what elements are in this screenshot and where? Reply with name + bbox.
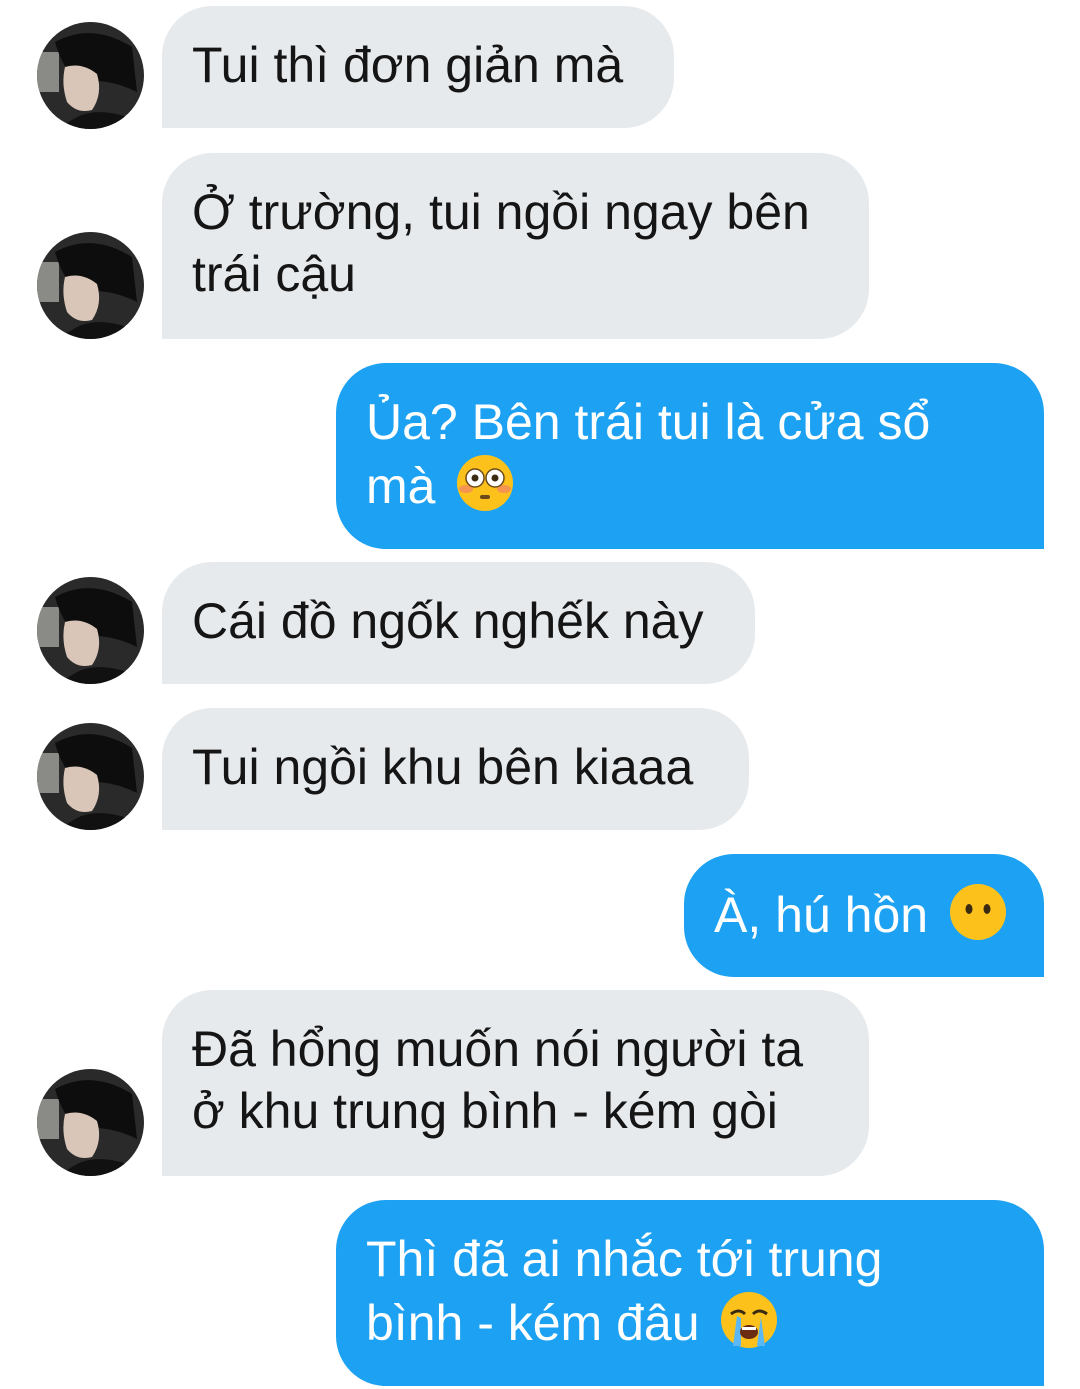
message-bubble[interactable]: Thì đã ai nhắc tới trung bình - kém đâu [336,1200,1044,1386]
message-bubble[interactable]: Ở trường, tui ngồi ngay bên trái cậu [162,153,869,339]
message-text: Đã hổng muốn nói người ta [192,1021,804,1077]
message-line: À, hú hồn [714,882,1014,956]
loudly-crying-face-icon [719,1290,779,1364]
message-bubble[interactable]: À, hú hồn [684,854,1044,977]
message-bubble[interactable]: Tui thì đơn giản mà [162,6,674,128]
avatar[interactable] [37,22,144,129]
message-text: À, hú hồn [714,887,929,943]
message-text: Tui ngồi khu bên kiaaa [192,739,694,795]
message-bubble[interactable]: Ủa? Bên trái tui là cửa sổ mà [336,363,1044,549]
face-without-mouth-icon [948,882,1008,956]
message-text: Tui thì đơn giản mà [192,37,624,93]
avatar[interactable] [37,1069,144,1176]
message-text: trái cậu [192,246,356,302]
message-text: ở khu trung bình - kém gòi [192,1083,778,1139]
message-line: bình - kém đâu [366,1290,1014,1364]
message-text: Thì đã ai nhắc tới trung [366,1231,883,1287]
avatar[interactable] [37,232,144,339]
message-text: Ủa? Bên trái tui là cửa sổ [366,394,931,450]
message-bubble[interactable]: Cái đồ ngốk nghếk này [162,562,755,684]
message-text: Cái đồ ngốk nghếk này [192,593,704,649]
message-text: mà [366,458,436,514]
message-bubble[interactable]: Đã hổng muốn nói người ta ở khu trung bì… [162,990,869,1176]
message-text: bình - kém đâu [366,1295,700,1351]
avatar[interactable] [37,723,144,830]
message-text: Ở trường, tui ngồi ngay bên [192,184,810,240]
message-line: mà [366,453,1014,527]
flushed-face-icon [455,453,515,527]
avatar[interactable] [37,577,144,684]
message-bubble[interactable]: Tui ngồi khu bên kiaaa [162,708,749,830]
